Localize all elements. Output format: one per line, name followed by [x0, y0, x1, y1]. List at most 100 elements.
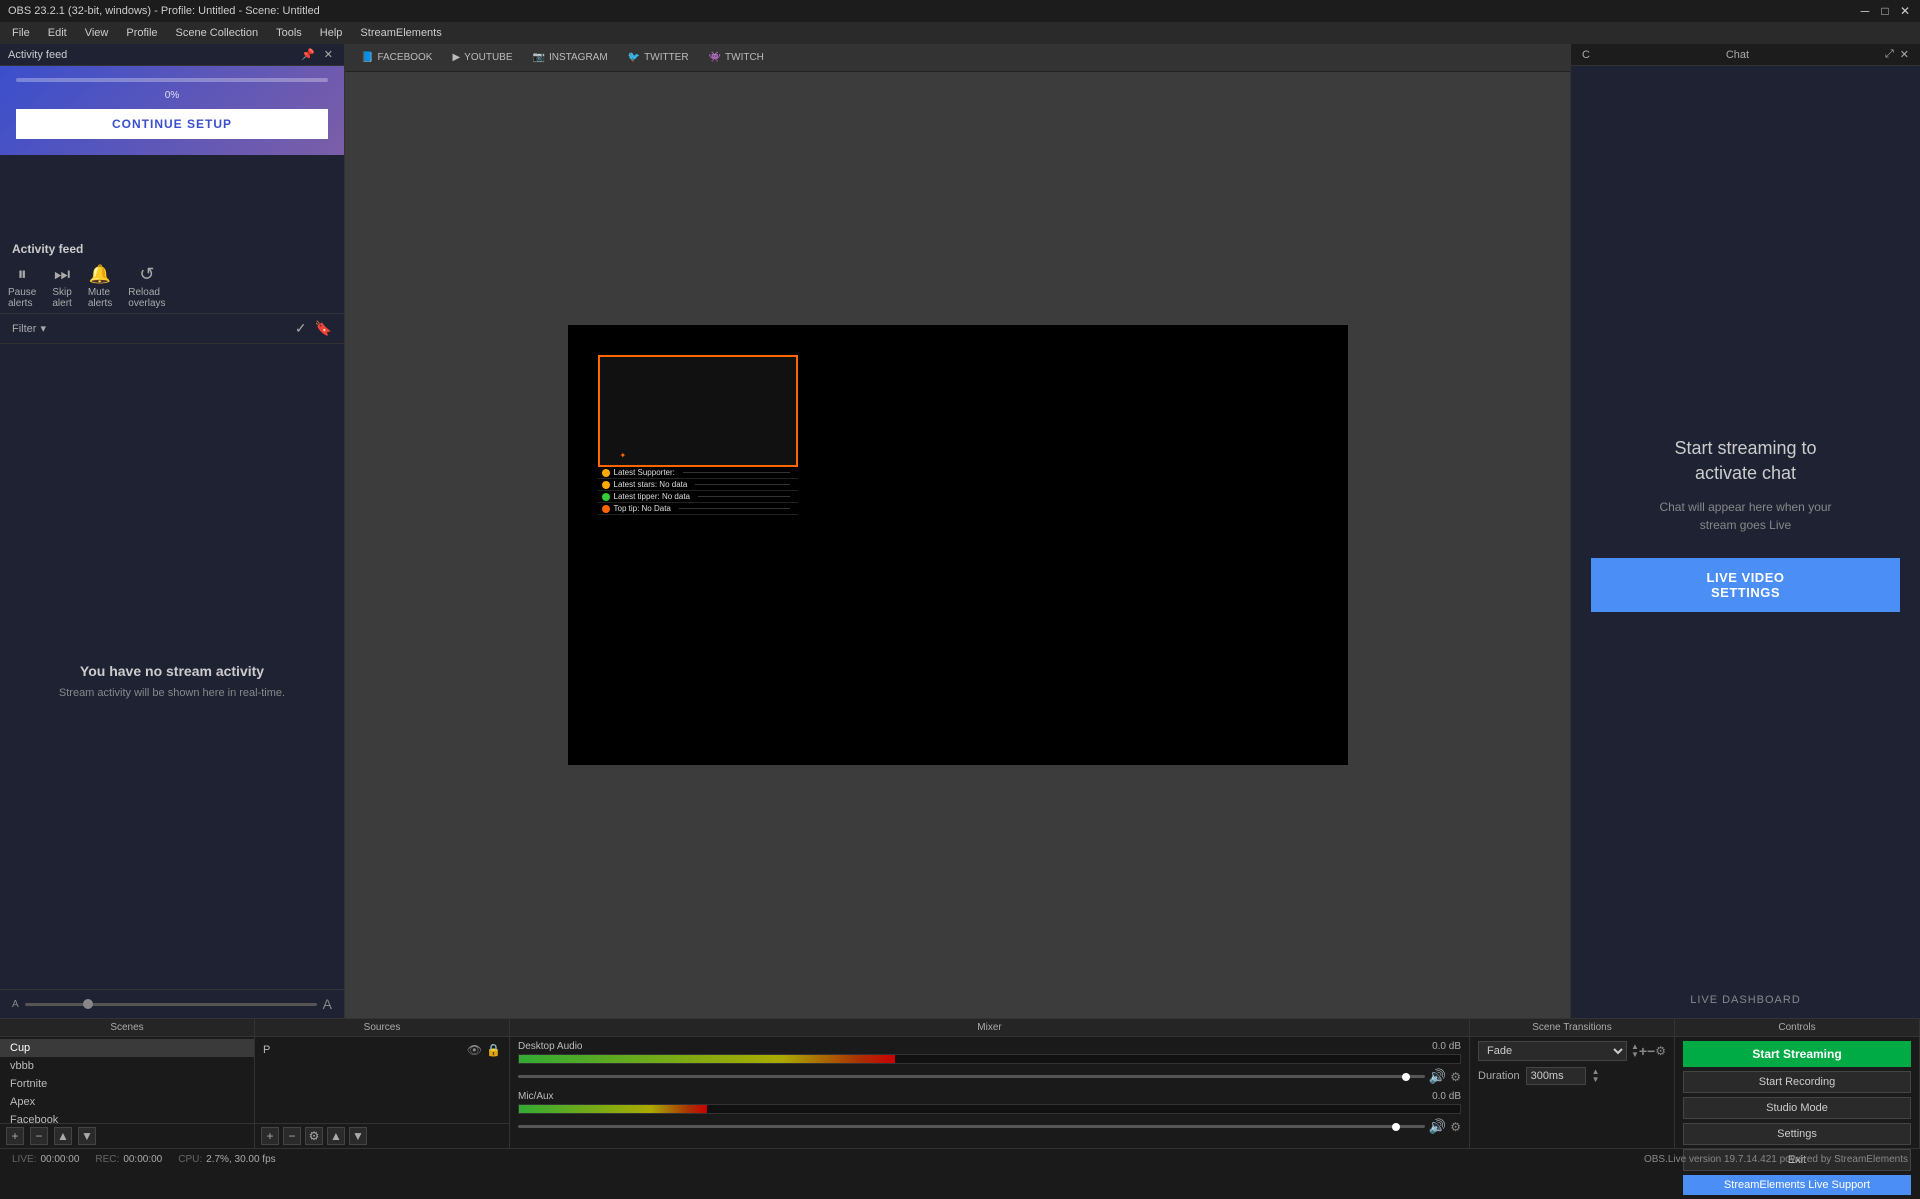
scene-item-apex[interactable]: Apex — [0, 1093, 254, 1111]
stat-row-tipper: Latest tipper: No data — [598, 491, 798, 503]
setup-section: 0% CONTINUE SETUP — [0, 66, 344, 155]
bottom-section: Scenes Cup vbbb Fortnite Apex Facebook P… — [0, 1018, 1920, 1148]
transition-down-arrow[interactable]: ▼ — [1631, 1051, 1639, 1059]
activity-feed-close-button[interactable]: ✕ — [321, 48, 336, 61]
duration-arrows: ▲ ▼ — [1592, 1068, 1600, 1084]
transition-settings-button[interactable]: ⚙ — [1655, 1044, 1666, 1058]
social-tab-instagram[interactable]: 📷 INSTAGRAM — [525, 50, 616, 65]
studio-mode-button[interactable]: Studio Mode — [1683, 1097, 1911, 1119]
duration-up-arrow[interactable]: ▲ — [1592, 1068, 1600, 1076]
reload-overlays-control[interactable]: ↺ Reloadoverlays — [128, 264, 165, 309]
transition-arrows: ▲ ▼ — [1631, 1043, 1639, 1059]
status-live: LIVE: 00:00:00 — [12, 1154, 79, 1165]
activity-feed-window-controls: 📌 ✕ — [298, 48, 336, 61]
mixer-mic-name: Mic/Aux — [518, 1091, 554, 1102]
live-video-settings-button[interactable]: LIVE VIDEOSETTINGS — [1591, 558, 1900, 612]
pause-alerts-control[interactable]: ⏸ Pausealerts — [8, 264, 36, 309]
scenes-panel: Scenes Cup vbbb Fortnite Apex Facebook P… — [0, 1019, 255, 1148]
streamelements-support-button[interactable]: StreamElements Live Support — [1683, 1175, 1911, 1195]
duration-down-arrow[interactable]: ▼ — [1592, 1076, 1600, 1084]
scene-up-button[interactable]: ▲ — [54, 1127, 72, 1145]
menu-help[interactable]: Help — [312, 25, 351, 41]
mixer-panel: Mixer Desktop Audio 0.0 dB 🔊 ⚙ — [510, 1019, 1470, 1148]
start-streaming-button[interactable]: Start Streaming — [1683, 1041, 1911, 1067]
filter-actions: ✓ 🔖 — [295, 320, 332, 337]
mixer-mic-slider[interactable] — [518, 1125, 1425, 1128]
mixer-mic-mute-button[interactable]: 🔊 — [1429, 1118, 1446, 1135]
activity-feed-pin-button[interactable]: 📌 — [298, 48, 318, 61]
chat-start-title: Start streaming toactivate chat — [1674, 436, 1816, 486]
skip-alert-icon: ⏭ — [54, 264, 70, 285]
menu-view[interactable]: View — [77, 25, 117, 41]
source-down-button[interactable]: ▼ — [349, 1127, 367, 1145]
mixer-desktop-mute-button[interactable]: 🔊 — [1429, 1068, 1446, 1085]
filter-bookmark-button[interactable]: 🔖 — [315, 320, 332, 337]
scene-item-cup[interactable]: Cup — [0, 1039, 254, 1057]
chat-back-button[interactable]: C — [1579, 49, 1593, 61]
status-live-value: 00:00:00 — [40, 1154, 79, 1165]
mixer-mic-settings-button[interactable]: ⚙ — [1450, 1120, 1461, 1134]
close-button[interactable]: ✕ — [1898, 4, 1912, 18]
social-tab-facebook[interactable]: 📘 FACEBOOK — [353, 50, 440, 65]
source-visibility-button[interactable]: 👁 — [467, 1043, 482, 1057]
continue-setup-button[interactable]: CONTINUE SETUP — [16, 109, 328, 139]
duration-input[interactable] — [1526, 1067, 1586, 1085]
duration-row: Duration ▲ ▼ — [1478, 1067, 1666, 1085]
add-source-button[interactable]: + — [261, 1127, 279, 1145]
mute-alerts-control[interactable]: 🔔 Mutealerts — [88, 264, 112, 309]
scene-item-vbbb[interactable]: vbbb — [0, 1057, 254, 1075]
scene-down-button[interactable]: ▼ — [78, 1127, 96, 1145]
mixer-desktop-name: Desktop Audio — [518, 1041, 583, 1052]
menu-edit[interactable]: Edit — [40, 25, 75, 41]
settings-button[interactable]: Settings — [1683, 1123, 1911, 1145]
source-up-button[interactable]: ▲ — [327, 1127, 345, 1145]
skip-alert-control[interactable]: ⏭ Skipalert — [52, 264, 71, 309]
source-lock-button[interactable]: 🔒 — [486, 1043, 501, 1057]
pause-alerts-icon: ⏸ — [18, 264, 27, 285]
social-tab-youtube[interactable]: ▶ YOUTUBE — [444, 50, 520, 65]
social-tab-twitch[interactable]: 👾 TWITCH — [701, 50, 772, 65]
remove-scene-button[interactable]: − — [30, 1127, 48, 1145]
mixer-desktop-settings-button[interactable]: ⚙ — [1450, 1070, 1461, 1084]
font-size-slider[interactable] — [25, 1003, 317, 1006]
stat-row-tip: Top tip: No Data — [598, 503, 798, 515]
status-cpu-value: 2.7%, 30.00 fps — [206, 1154, 276, 1165]
filter-check-button[interactable]: ✓ — [295, 320, 307, 337]
stat-label-tipper: Latest tipper: No data — [614, 492, 691, 501]
scene-item-facebook[interactable]: Facebook — [0, 1111, 254, 1123]
youtube-icon: ▶ — [452, 52, 460, 63]
status-version: OBS.Live version 19.7.14.421 powered by … — [1644, 1154, 1908, 1165]
mute-alerts-icon: 🔔 — [89, 264, 111, 285]
minimize-button[interactable]: ─ — [1858, 4, 1872, 18]
start-recording-button[interactable]: Start Recording — [1683, 1071, 1911, 1093]
mixer-desktop-slider[interactable] — [518, 1075, 1425, 1078]
stat-bar-stars — [695, 484, 789, 485]
add-scene-button[interactable]: + — [6, 1127, 24, 1145]
social-tab-twitter[interactable]: 🐦 TWITTER — [620, 50, 697, 65]
chat-close-button[interactable]: ✕ — [1897, 48, 1912, 61]
left-panel: Activity feed 📌 ✕ 0% CONTINUE SETUP Acti… — [0, 44, 345, 1018]
source-settings-button[interactable]: ⚙ — [305, 1127, 323, 1145]
transition-add-button[interactable]: + — [1639, 1043, 1647, 1059]
remove-source-button[interactable]: − — [283, 1127, 301, 1145]
filter-chevron-icon: ▾ — [40, 322, 46, 335]
maximize-button[interactable]: □ — [1878, 4, 1892, 18]
chat-expand-button[interactable]: ⤢ — [1882, 48, 1897, 61]
live-dashboard-link[interactable]: LIVE DASHBOARD — [1571, 982, 1920, 1018]
youtube-label: YOUTUBE — [464, 52, 512, 63]
menu-profile[interactable]: Profile — [118, 25, 165, 41]
preview-canvas: ✦ Latest Supporter: Latest stars: No dat… — [345, 72, 1570, 1018]
menu-streamelements[interactable]: StreamElements — [352, 25, 449, 41]
status-cpu: CPU: 2.7%, 30.00 fps — [178, 1154, 275, 1165]
transition-up-arrow[interactable]: ▲ — [1631, 1043, 1639, 1051]
setup-progress-label: 0% — [16, 90, 328, 101]
menu-tools[interactable]: Tools — [268, 25, 310, 41]
mixer-mic-slider-thumb — [1392, 1123, 1400, 1131]
transition-remove-button[interactable]: − — [1647, 1043, 1655, 1059]
menu-scene-collection[interactable]: Scene Collection — [168, 25, 267, 41]
menu-file[interactable]: File — [4, 25, 38, 41]
filter-button[interactable]: Filter ▾ — [12, 322, 46, 335]
stat-row-stars: Latest stars: No data — [598, 479, 798, 491]
scene-item-fortnite[interactable]: Fortnite — [0, 1075, 254, 1093]
transition-type-select[interactable]: Fade Cut Swipe — [1478, 1041, 1627, 1061]
